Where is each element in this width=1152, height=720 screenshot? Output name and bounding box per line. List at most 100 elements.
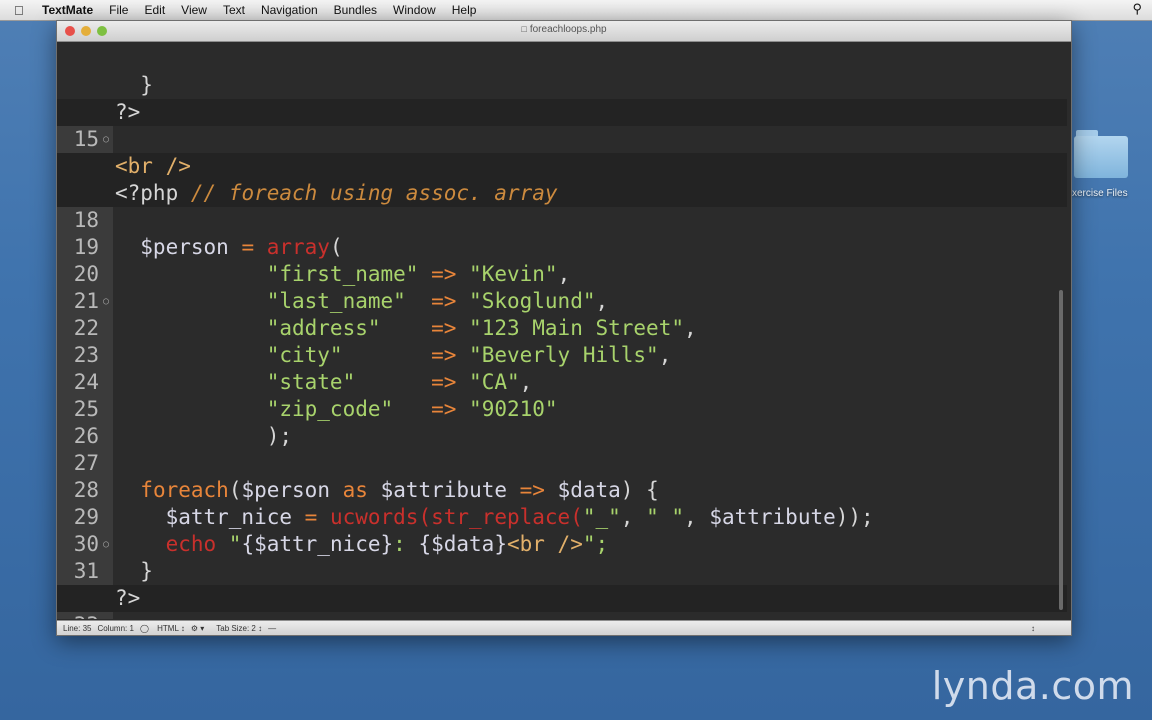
code-line-32[interactable]: 32 echo "{$attr_nice}: {$data}<br />"; (57, 531, 1067, 612)
code-string: "zip_code" (266, 397, 419, 421)
code-string: "90210" (469, 397, 558, 421)
menu-bar:  TextMate File Edit View Text Navigatio… (0, 0, 1152, 21)
code-variable: {$data} (418, 532, 507, 556)
code-text: } (115, 558, 153, 585)
code-editor[interactable]: 15○ } 16 ?> 17 18 <br /> 19 <?php // for… (57, 42, 1067, 619)
menu-navigation[interactable]: Navigation (253, 3, 326, 17)
settings-gear-icon[interactable]: ⚙ ▾ (191, 624, 204, 633)
status-bar: Line: 35 Column: 1 ◯ HTML ↕ ⚙ ▾ Tab Size… (57, 620, 1071, 635)
code-text: <?php // foreach using assoc. array (115, 180, 558, 207)
code-line-31[interactable]: 31 $attr_nice = ucwords(str_replace("_",… (57, 504, 1067, 585)
code-line-24[interactable]: 24 "address" => "123 Main Street", (57, 315, 1067, 396)
code-token: ?> (115, 586, 141, 610)
code-operator: => (431, 262, 457, 286)
code-line-27[interactable]: 27 "zip_code" => "90210" (57, 396, 1067, 477)
code-operator: => (431, 397, 457, 421)
apple-menu-icon[interactable]:  (14, 3, 32, 18)
menu-window[interactable]: Window (385, 3, 444, 17)
code-line-26[interactable]: 26 "state" => "CA", (57, 369, 1067, 450)
tab-size-label: Tab Size: 2 (216, 623, 256, 633)
document-name: foreachloops.php (529, 24, 607, 35)
code-line-30[interactable]: 30 ○ foreach($person as $attribute => $da… (57, 477, 1067, 558)
window-titlebar[interactable]: □ foreachloops.php (57, 21, 1071, 42)
code-line-33[interactable]: 33○ } (57, 558, 1067, 619)
code-text: "zip_code" => "90210" (115, 396, 558, 423)
code-text: echo "{$attr_nice}: {$data}<br />"; (115, 531, 609, 558)
code-line-29[interactable]: 29 (57, 450, 1067, 531)
resize-handle-icon[interactable]: ↕ (1031, 624, 1035, 633)
code-token: } (115, 73, 153, 97)
code-line-18[interactable]: 18 <br /> (57, 153, 1067, 234)
code-function: array (266, 235, 330, 259)
code-string: "Beverly Hills" (469, 343, 659, 367)
code-token: ( (570, 505, 583, 529)
code-line-21[interactable]: 21 ○ $person = array( (57, 234, 1067, 315)
code-token: , (684, 505, 710, 529)
code-operator: => (431, 316, 457, 340)
code-token: ( (228, 478, 242, 502)
code-line-16[interactable]: 16 ?> (57, 99, 1067, 180)
spotlight-search-icon[interactable]: ⚲ (1132, 1, 1142, 17)
code-line-23[interactable]: 23 "last_name" => "Skoglund", (57, 288, 1067, 369)
menu-file[interactable]: File (101, 3, 136, 17)
code-line-22[interactable]: 22 "first_name" => "Kevin", (57, 261, 1067, 342)
code-line-35[interactable]: 35 (57, 612, 1067, 619)
code-line-28[interactable]: 28 ); (57, 423, 1067, 504)
code-string: : (393, 532, 419, 556)
code-token: <?php (115, 181, 179, 205)
code-string: "address" (266, 316, 419, 340)
folder-label: xercise Files (1072, 188, 1128, 199)
code-string: " " (646, 505, 685, 529)
code-string: "last_name" (266, 289, 419, 313)
code-string: "Skoglund" (469, 289, 596, 313)
code-operator: => (431, 370, 457, 394)
code-token: )); (835, 505, 874, 529)
code-text: ?> (115, 99, 140, 126)
code-operator: => (431, 289, 457, 313)
code-line-20[interactable]: 20 (57, 207, 1067, 288)
menu-edit[interactable]: Edit (136, 3, 173, 17)
code-token: , (658, 343, 672, 367)
code-line-25[interactable]: 25 "city" => "Beverly Hills", (57, 342, 1067, 423)
code-token: <br /> (115, 154, 191, 178)
tab-size-selector[interactable]: Tab Size: 2 ↕ (210, 624, 262, 633)
menu-view[interactable]: View (173, 3, 215, 17)
code-operator: => (507, 478, 558, 502)
code-line-17[interactable]: 17 (57, 126, 1067, 207)
code-keyword: as (329, 478, 381, 502)
code-variable: $person (115, 235, 229, 259)
code-line-15[interactable]: 15○ } (57, 72, 1067, 153)
vertical-scrollbar[interactable] (1059, 290, 1063, 610)
code-line-34[interactable]: 34 ?> (57, 585, 1067, 612)
code-string: "first_name" (266, 262, 419, 286)
window-title: □ foreachloops.php (57, 24, 1071, 35)
code-variable: $attribute (380, 478, 507, 502)
code-token: } (115, 559, 153, 583)
code-string: "123 Main Street" (469, 316, 684, 340)
code-keyword: foreach (140, 478, 229, 502)
code-string: "city" (266, 343, 419, 367)
code-variable: $attribute (709, 505, 836, 529)
language-label: HTML (157, 623, 179, 633)
code-tag: <br /> (506, 532, 583, 556)
code-variable: $attr_nice (165, 505, 293, 529)
code-text: ?> (115, 585, 140, 612)
desktop-folder[interactable]: xercise Files (1072, 130, 1152, 210)
code-string: "state" (266, 370, 419, 394)
menu-bundles[interactable]: Bundles (326, 3, 385, 17)
code-line-19[interactable]: 19 <?php // foreach using assoc. array (57, 180, 1067, 261)
code-text: "last_name" => "Skoglund", (115, 288, 608, 315)
textmate-window: □foreachloops.php 15○ } 16 ?> 17 18 <br … (56, 20, 1072, 636)
code-text: foreach($person as $attribute => $data) … (115, 477, 658, 504)
code-comment: // foreach using assoc. array (190, 181, 558, 205)
code-text: <br /> (115, 153, 191, 180)
menu-help[interactable]: Help (444, 3, 485, 17)
code-variable: {$attr_nice} (241, 532, 394, 556)
symbol-selector-icon[interactable]: — (268, 624, 276, 633)
language-selector[interactable]: ◯ HTML ↕ (140, 624, 185, 633)
code-operator: = (292, 505, 330, 529)
menu-app-textmate[interactable]: TextMate (32, 3, 101, 17)
code-variable: $data (557, 478, 621, 502)
status-column: Column: 1 (97, 623, 134, 633)
menu-text[interactable]: Text (215, 3, 253, 17)
